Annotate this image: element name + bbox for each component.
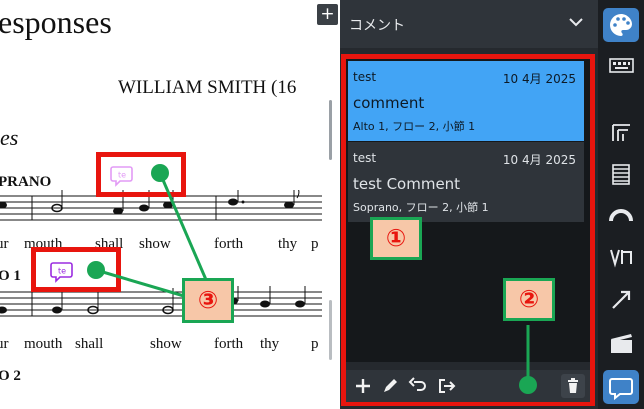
rail-button-layout[interactable] [603, 116, 639, 150]
callout-badge-2: ② [503, 278, 555, 321]
clapper-icon [611, 334, 632, 353]
layout-icon [612, 124, 630, 141]
palette-icon [610, 14, 632, 36]
rail-button-comments[interactable] [603, 370, 639, 404]
callout-badge-1: ① [370, 217, 422, 260]
callout-lines [95, 172, 530, 380]
rail-button-voice[interactable] [603, 240, 639, 274]
rail-button-staff-list[interactable] [603, 157, 639, 191]
staff-list-icon [612, 164, 630, 185]
rail-button-palette[interactable] [603, 8, 639, 42]
rainbow-icon [609, 209, 633, 222]
rail-button-video[interactable] [603, 326, 639, 360]
comment-icon [609, 378, 633, 401]
rail-button-arrow[interactable] [603, 282, 639, 316]
rail-button-slur[interactable] [603, 198, 639, 232]
voice-icon [610, 249, 632, 268]
keyboard-icon [609, 58, 634, 73]
rail-button-keyboard[interactable] [603, 48, 639, 82]
pointer-dot [519, 376, 537, 394]
arrow-icon [612, 290, 631, 309]
callout-badge-3: ③ [182, 278, 234, 323]
